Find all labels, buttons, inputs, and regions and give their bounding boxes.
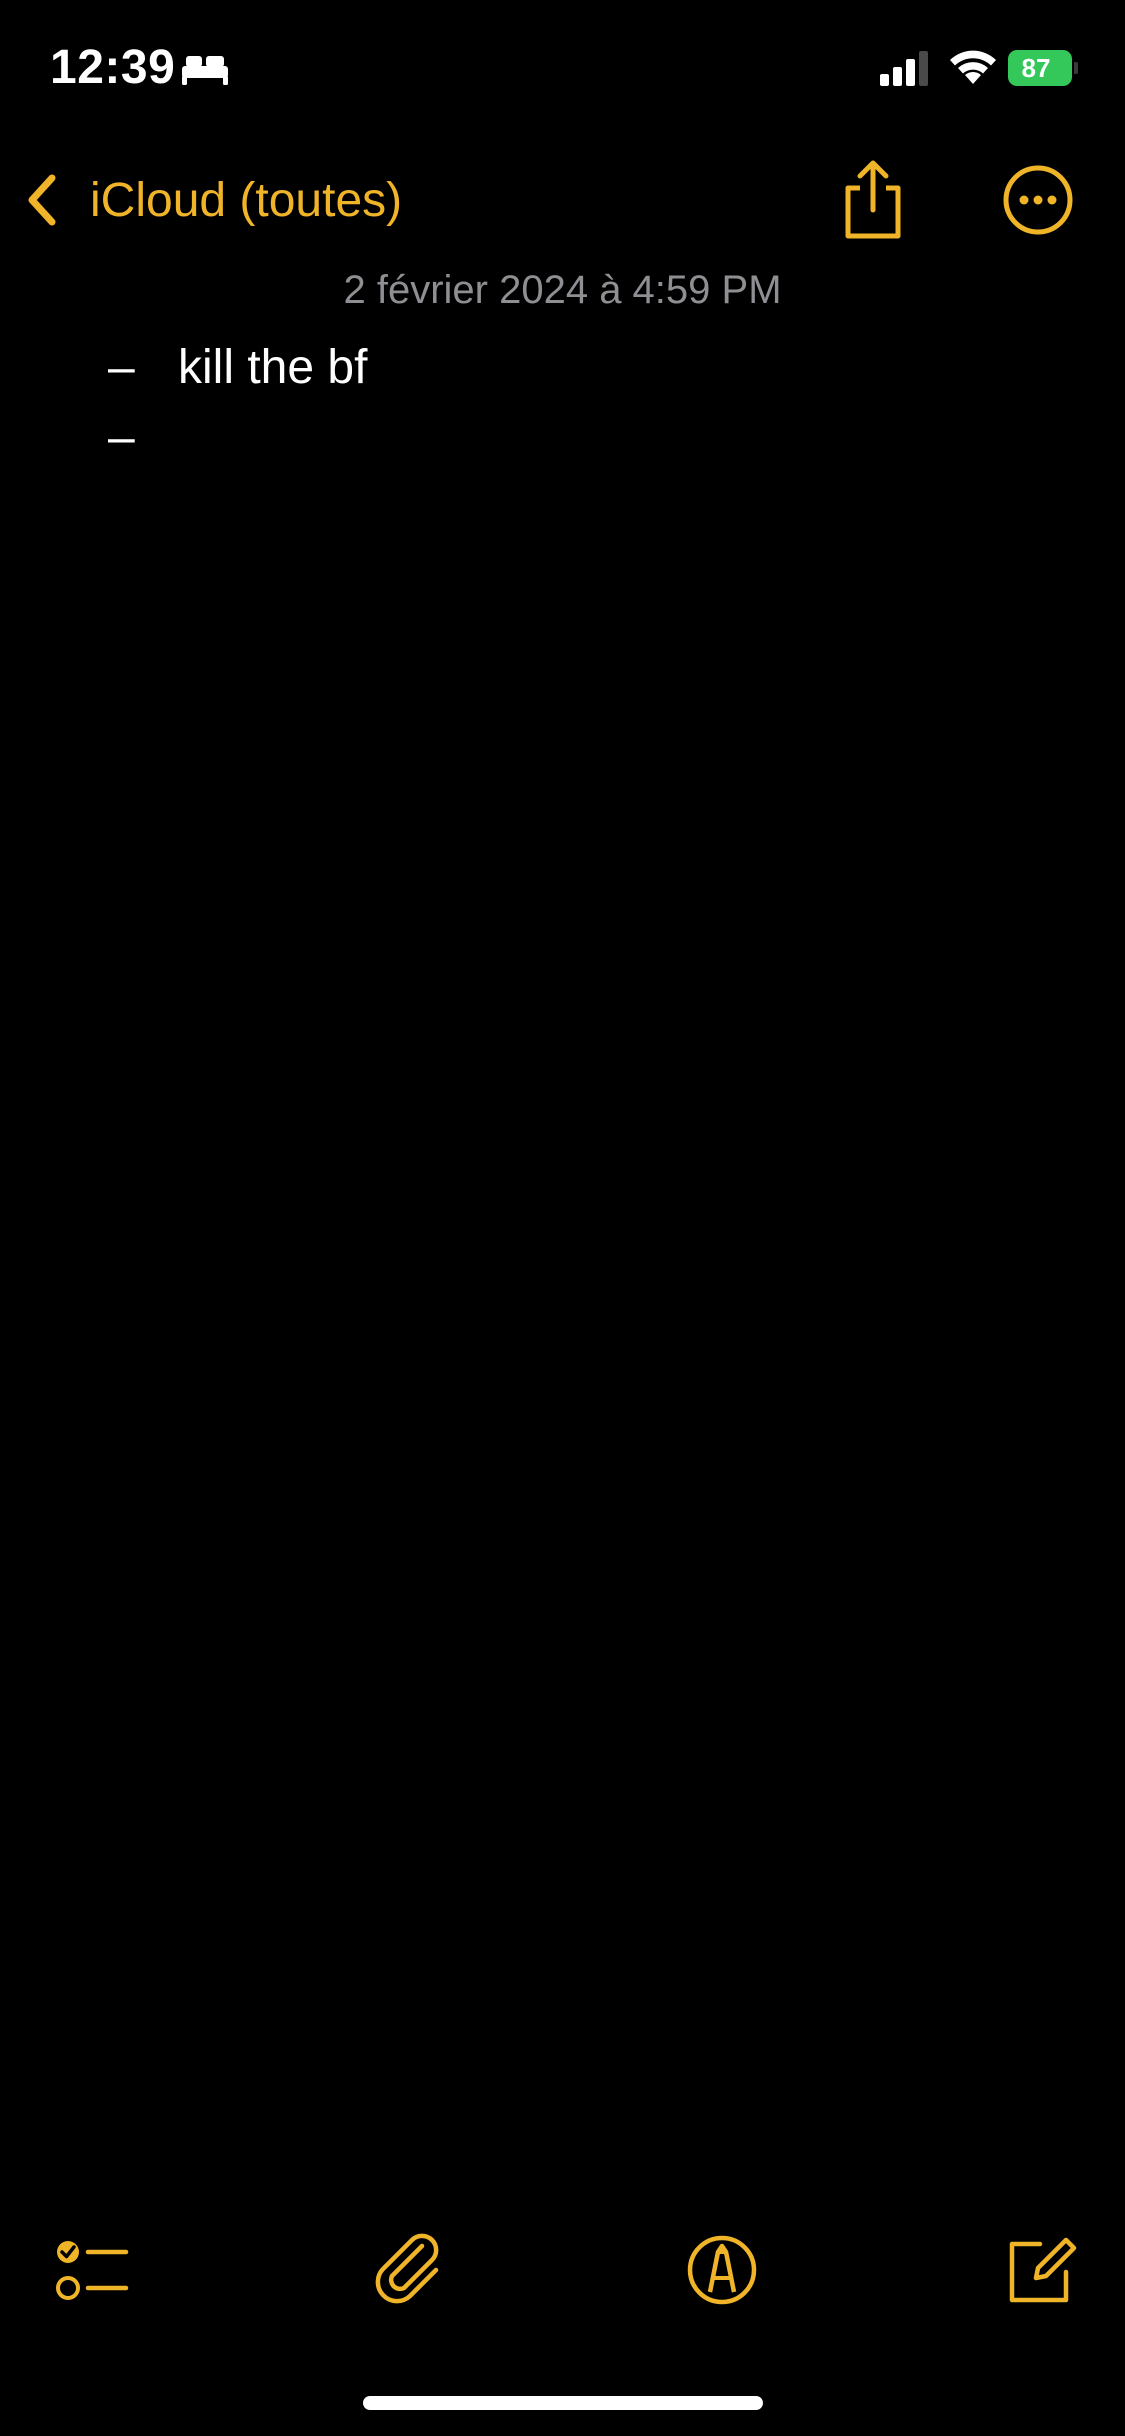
list-bullet: – [108,411,135,464]
list-item-text: kill the bf [178,341,368,394]
share-icon[interactable] [838,158,908,242]
status-time: 12:39 [50,41,176,94]
battery-indicator: 87 [1008,50,1078,86]
back-button[interactable]: iCloud (toutes) [22,162,402,238]
bed-icon [182,56,228,85]
note-list-item[interactable]: – [108,410,178,480]
markup-pen-icon[interactable] [682,2230,762,2310]
back-label: iCloud (toutes) [90,173,403,227]
chevron-left-icon [28,174,56,226]
note-list-item[interactable]: – kill the bf [108,340,367,410]
bottom-toolbar [0,2220,1125,2320]
battery-level: 87 [1021,53,1051,83]
checklist-icon[interactable] [52,2230,132,2310]
home-indicator[interactable] [363,2396,763,2410]
nav-bar: iCloud (toutes) [0,150,1125,250]
battery-cap [1074,62,1078,74]
compose-icon[interactable] [1000,2230,1080,2310]
list-bullet: – [108,341,135,394]
ellipsis-circle-icon[interactable] [1002,164,1074,236]
status-bar: 12:39 87 [0,0,1125,140]
paperclip-icon[interactable] [370,2230,450,2310]
wifi-icon [950,50,996,84]
note-date: 2 février 2024 à 4:59 PM [343,268,782,312]
cellular-signal-icon [880,51,928,86]
